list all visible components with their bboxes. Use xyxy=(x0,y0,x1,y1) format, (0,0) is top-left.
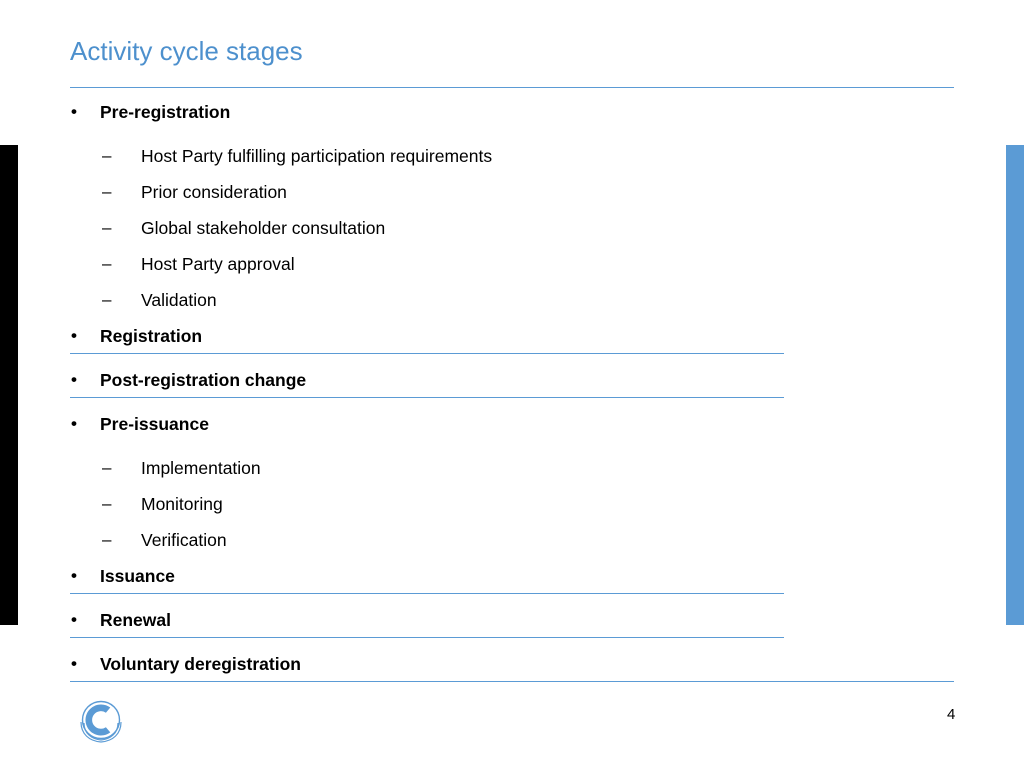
list-item-label: Validation xyxy=(141,290,217,310)
item-divider-issuance xyxy=(70,593,784,594)
list-item-level2: – Prior consideration xyxy=(70,177,960,213)
bullet-icon: • xyxy=(71,566,77,585)
list-item-level1: • Issuance xyxy=(70,561,960,605)
list-item-label: Prior consideration xyxy=(141,182,287,202)
dash-icon: – xyxy=(102,146,112,165)
dash-icon: – xyxy=(102,218,112,237)
list-item-label: Registration xyxy=(100,326,203,346)
list-item-level2: – Verification xyxy=(70,525,960,561)
list-item-level1: • Post-registration change xyxy=(70,365,960,409)
item-divider-voluntary-deregistration xyxy=(70,681,954,682)
list-item-label: Implementation xyxy=(141,458,261,478)
item-divider-post-registration-change xyxy=(70,397,784,398)
list-item-label: Monitoring xyxy=(141,494,223,514)
dash-icon: – xyxy=(102,530,112,549)
dash-icon: – xyxy=(102,182,112,201)
list-item-label: Post-registration change xyxy=(100,370,307,390)
dash-icon: – xyxy=(102,458,112,477)
list-item-level2: – Implementation xyxy=(70,453,960,489)
content-list: • Pre-registration – Host Party fulfilli… xyxy=(70,97,960,693)
list-item-level2: – Validation xyxy=(70,285,960,321)
dash-icon: – xyxy=(102,290,112,309)
bullet-icon: • xyxy=(71,102,77,121)
list-item-label: Global stakeholder consultation xyxy=(141,218,386,238)
list-item-level1: • Pre-issuance xyxy=(70,409,960,453)
left-black-bar xyxy=(0,145,18,625)
list-item-level1: • Pre-registration xyxy=(70,97,960,141)
list-item-level2: – Host Party fulfilling participation re… xyxy=(70,141,960,177)
list-item-label: Pre-registration xyxy=(100,102,231,122)
title-divider xyxy=(70,87,954,88)
dash-icon: – xyxy=(102,494,112,513)
item-divider-renewal xyxy=(70,637,784,638)
list-item-level2: – Monitoring xyxy=(70,489,960,525)
list-item-level2: – Host Party approval xyxy=(70,249,960,285)
list-item-level1: • Registration xyxy=(70,321,960,365)
list-item-label: Issuance xyxy=(100,566,175,586)
page-title: Activity cycle stages xyxy=(70,36,303,66)
list-item-label: Verification xyxy=(141,530,227,550)
bullet-icon: • xyxy=(71,370,77,389)
list-item-level1: • Voluntary deregistration xyxy=(70,649,960,693)
page-number: 4 xyxy=(947,706,956,723)
list-item-level2: – Global stakeholder consultation xyxy=(70,213,960,249)
bullet-icon: • xyxy=(71,326,77,345)
bullet-icon: • xyxy=(71,654,77,673)
list-item-label: Host Party approval xyxy=(141,254,295,274)
list-item-label: Pre-issuance xyxy=(100,414,209,434)
dash-icon: – xyxy=(102,254,112,273)
item-divider-registration xyxy=(70,353,784,354)
slide: Activity cycle stages • Pre-registration… xyxy=(0,0,1024,768)
bullet-icon: • xyxy=(71,610,77,629)
bullet-icon: • xyxy=(71,414,77,433)
list-item-label: Voluntary deregistration xyxy=(100,654,301,674)
list-item-label: Renewal xyxy=(100,610,171,630)
right-blue-bar xyxy=(1006,145,1024,625)
list-item-label: Host Party fulfilling participation requ… xyxy=(141,146,493,166)
list-item-level1: • Renewal xyxy=(70,605,960,649)
unfccc-logo xyxy=(67,696,135,746)
